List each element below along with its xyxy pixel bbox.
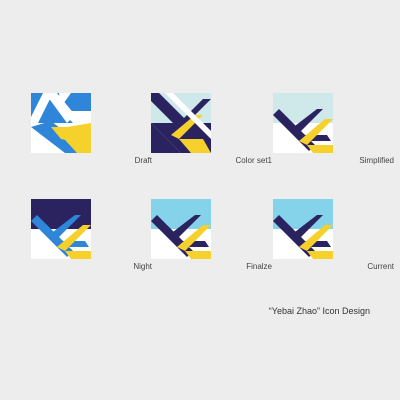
variant-simplified: Simplified — [273, 93, 394, 183]
simplified-icon — [273, 93, 333, 153]
variant-current: Current — [273, 199, 394, 289]
finalze-icon — [151, 199, 211, 259]
night-icon — [31, 199, 91, 259]
variant-label: Draft — [134, 156, 152, 165]
variant-color-set1: Color set1 — [151, 93, 272, 183]
icon-design-board: Draft Color set1 Simplified Night Finalz… — [0, 0, 400, 400]
variant-label: Finalze — [246, 262, 272, 271]
variant-finalze: Finalze — [151, 199, 272, 289]
current-icon — [273, 199, 333, 259]
variant-label: Simplified — [359, 156, 394, 165]
variant-night: Night — [31, 199, 152, 289]
design-title: “Yebai Zhao” Icon Design — [268, 306, 370, 316]
color-set1-icon — [151, 93, 211, 153]
variant-label: Color set1 — [235, 156, 272, 165]
variant-label: Night — [133, 262, 152, 271]
draft-icon — [31, 93, 91, 153]
variant-label: Current — [367, 262, 394, 271]
variant-draft: Draft — [31, 93, 152, 183]
